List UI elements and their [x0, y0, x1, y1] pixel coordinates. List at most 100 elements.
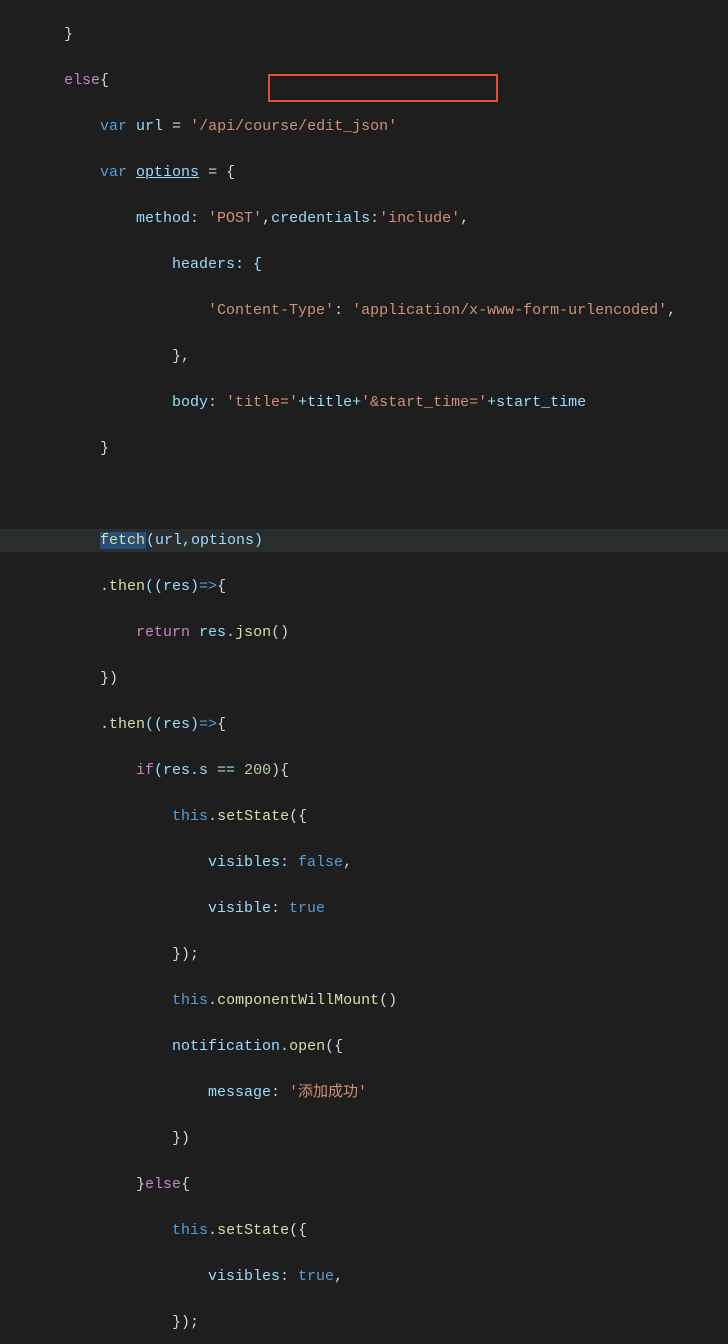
brace: }	[64, 26, 73, 43]
keyword-var: var	[100, 164, 127, 181]
param: ((res)	[145, 716, 199, 733]
code-line: message: '添加成功'	[0, 1081, 728, 1104]
keyword-this: this	[172, 1222, 208, 1239]
string-literal: 'Content-Type'	[208, 302, 334, 319]
operator: =	[172, 118, 190, 135]
identifier: url	[127, 118, 172, 135]
code-line: 'Content-Type': 'application/x-www-form-…	[0, 299, 728, 322]
code-line: var url = '/api/course/edit_json'	[0, 115, 728, 138]
code-line: var options = {	[0, 161, 728, 184]
code-line: }	[0, 437, 728, 460]
comma: ,	[334, 1268, 343, 1285]
property: message:	[208, 1084, 289, 1101]
code-line: });	[0, 1311, 728, 1334]
brace: });	[172, 1314, 199, 1331]
brace: })	[100, 670, 118, 687]
comma: ,	[262, 210, 271, 227]
brace: ){	[271, 762, 289, 779]
arguments: (url,options)	[146, 532, 263, 549]
method-call: .then	[100, 578, 145, 595]
string-literal: 'title='	[226, 394, 298, 411]
code-line: }	[0, 23, 728, 46]
boolean-literal: false	[298, 854, 343, 871]
space	[127, 164, 136, 181]
property: credentials:	[271, 210, 379, 227]
keyword-this: this	[172, 808, 208, 825]
code-line: visible: true	[0, 897, 728, 920]
code-line: body: 'title='+title+'&start_time='+star…	[0, 391, 728, 414]
brace: }	[100, 440, 109, 457]
parens: ()	[271, 624, 289, 641]
property: visibles:	[208, 1268, 298, 1285]
dot: .	[208, 992, 217, 1009]
code-line: else{	[0, 69, 728, 92]
identifier: res.	[190, 624, 235, 641]
brace: {	[181, 1176, 190, 1193]
code-line: method: 'POST',credentials:'include',	[0, 207, 728, 230]
method-call: componentWillMount	[217, 992, 379, 1009]
code-line: }else{	[0, 1173, 728, 1196]
code-line: });	[0, 943, 728, 966]
keyword-else: else	[64, 72, 100, 89]
parens: ()	[379, 992, 397, 1009]
brace: }	[136, 1176, 145, 1193]
code-line: },	[0, 345, 728, 368]
code-line: this.setState({	[0, 1219, 728, 1242]
identifier: +title+	[298, 394, 361, 411]
function-call: fetch	[100, 532, 145, 549]
condition: (res.s ==	[154, 762, 244, 779]
brace: ({	[289, 1222, 307, 1239]
code-line: visibles: false,	[0, 851, 728, 874]
keyword-if: if	[136, 762, 154, 779]
string-literal: '/api/course/edit_json'	[190, 118, 397, 135]
code-line: this.setState({	[0, 805, 728, 828]
brace: {	[217, 716, 226, 733]
brace: = {	[199, 164, 235, 181]
param: ((res)	[145, 578, 199, 595]
string-literal: 'application/x-www-form-urlencoded'	[352, 302, 667, 319]
identifier: options	[136, 164, 199, 181]
keyword-return: return	[136, 624, 190, 641]
property: body:	[172, 394, 226, 411]
code-line: notification.open({	[0, 1035, 728, 1058]
keyword-this: this	[172, 992, 208, 1009]
boolean-literal: true	[289, 900, 325, 917]
code-line: .then((res)=>{	[0, 713, 728, 736]
method-call: open	[289, 1038, 325, 1055]
comma: ,	[343, 854, 352, 871]
code-line: headers: {	[0, 253, 728, 276]
string-literal: 'POST'	[199, 210, 262, 227]
dot: .	[208, 808, 217, 825]
string-literal: '&start_time='	[361, 394, 487, 411]
comma: ,	[460, 210, 469, 227]
string-literal: '添加成功'	[289, 1084, 367, 1101]
code-editor[interactable]: } else{ var url = '/api/course/edit_json…	[0, 0, 728, 1344]
dot: .	[208, 1222, 217, 1239]
brace: {	[100, 72, 109, 89]
number-literal: 200	[244, 762, 271, 779]
code-line: })	[0, 667, 728, 690]
identifier: +start_time	[487, 394, 586, 411]
method-call: .then	[100, 716, 145, 733]
code-line: })	[0, 1127, 728, 1150]
property: visible:	[208, 900, 289, 917]
property: headers: {	[172, 256, 262, 273]
property: visibles:	[208, 854, 298, 871]
colon: :	[334, 302, 352, 319]
method-call: setState	[217, 1222, 289, 1239]
code-line: .then((res)=>{	[0, 575, 728, 598]
keyword-else: else	[145, 1176, 181, 1193]
method-call: setState	[217, 808, 289, 825]
boolean-literal: true	[298, 1268, 334, 1285]
code-line: visibles: true,	[0, 1265, 728, 1288]
code-line: if(res.s == 200){	[0, 759, 728, 782]
method-call: json	[235, 624, 271, 641]
identifier: notification.	[172, 1038, 289, 1055]
string-literal: 'include'	[379, 210, 460, 227]
brace: ({	[325, 1038, 343, 1055]
comma: ,	[667, 302, 676, 319]
brace: },	[172, 348, 190, 365]
brace: ({	[289, 808, 307, 825]
code-line-highlighted: fetch(url,options)	[0, 529, 728, 552]
keyword-var: var	[100, 118, 127, 135]
